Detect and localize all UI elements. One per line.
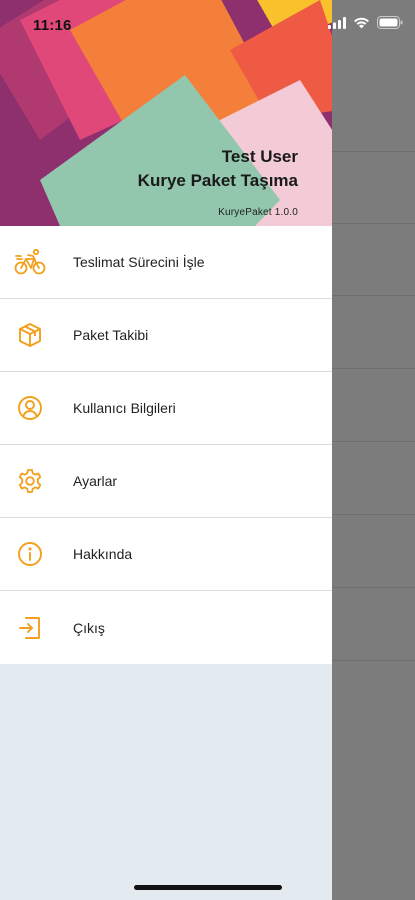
menu-item-cikis[interactable]: Çıkış bbox=[0, 591, 332, 664]
menu-item-ayarlar[interactable]: Ayarlar bbox=[0, 445, 332, 518]
wifi-icon bbox=[353, 16, 370, 34]
battery-icon bbox=[377, 16, 403, 34]
navigation-drawer: Test User Kurye Paket Taşıma KuryePaket … bbox=[0, 0, 332, 900]
background-divider bbox=[332, 514, 415, 515]
menu-item-paket-takibi[interactable]: Paket Takibi bbox=[0, 299, 332, 372]
app-subtitle: Kurye Paket Taşıma bbox=[137, 171, 298, 190]
background-divider bbox=[332, 223, 415, 224]
menu-item-teslimat[interactable]: Teslimat Sürecini İşle bbox=[0, 226, 332, 299]
background-screen-overlay[interactable] bbox=[332, 0, 415, 900]
background-divider bbox=[332, 368, 415, 369]
menu-label: Teslimat Sürecini İşle bbox=[73, 254, 205, 270]
user-circle-icon bbox=[14, 392, 46, 424]
menu-label: Ayarlar bbox=[73, 473, 118, 489]
menu-item-hakkinda[interactable]: Hakkında bbox=[0, 518, 332, 591]
menu-label: Çıkış bbox=[73, 619, 105, 636]
menu-label: Hakkında bbox=[73, 546, 133, 562]
app-version: KuryePaket 1.0.0 bbox=[218, 207, 298, 218]
background-divider bbox=[332, 151, 415, 152]
background-divider bbox=[332, 660, 415, 661]
background-divider bbox=[332, 587, 415, 588]
menu-label: Paket Takibi bbox=[73, 327, 149, 343]
menu-item-kullanici-bilgileri[interactable]: Kullanıcı Bilgileri bbox=[0, 372, 332, 445]
background-divider bbox=[332, 441, 415, 442]
status-time: 11:16 bbox=[33, 17, 72, 34]
background-divider bbox=[332, 295, 415, 296]
menu-label: Kullanıcı Bilgileri bbox=[73, 400, 176, 416]
signal-icon bbox=[328, 16, 346, 34]
info-icon bbox=[14, 538, 46, 570]
package-icon bbox=[14, 319, 46, 351]
home-indicator[interactable] bbox=[134, 885, 282, 890]
bicycle-icon bbox=[14, 246, 46, 278]
drawer-menu: Teslimat Sürecini İşle Paket Takibi Kull… bbox=[0, 226, 332, 664]
user-name: Test User bbox=[221, 147, 298, 166]
logout-icon bbox=[14, 612, 46, 644]
gear-icon bbox=[14, 465, 46, 497]
status-icons bbox=[328, 16, 403, 34]
